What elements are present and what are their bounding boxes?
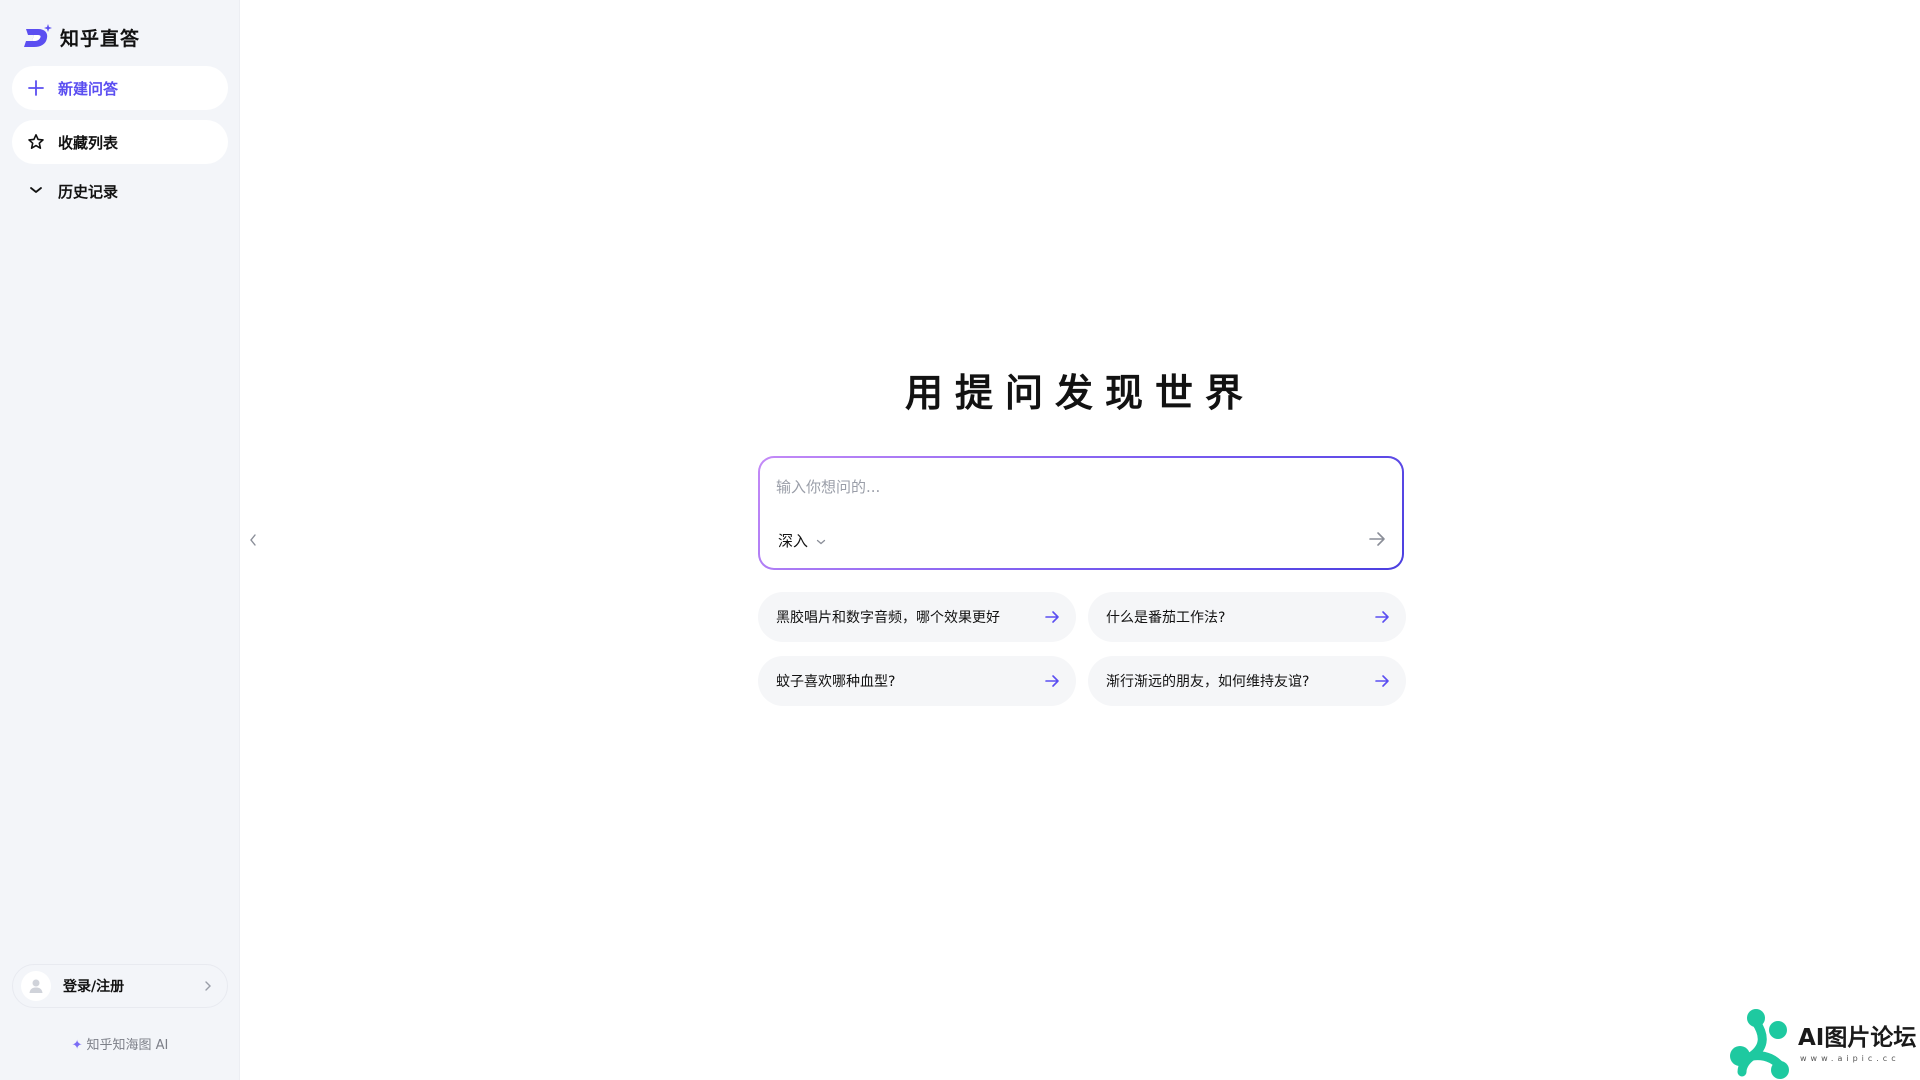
ask-box: 深入: [758, 456, 1404, 570]
zhida-logo-icon: [24, 24, 52, 47]
chevron-down-icon: [26, 182, 46, 201]
send-button[interactable]: [1366, 528, 1388, 550]
watermark-subtext: www.aipic.cc: [1800, 1054, 1900, 1063]
brand-name: 知乎直答: [60, 27, 141, 50]
arrow-right-icon: [1375, 675, 1389, 687]
hero-title: 用提问发现世界: [904, 371, 1255, 415]
sparkle-icon: ✦: [71, 1038, 83, 1053]
history-toggle[interactable]: 历史记录: [26, 180, 118, 202]
favorites-button[interactable]: 收藏列表: [12, 120, 228, 164]
arrow-right-icon: [1045, 611, 1059, 623]
footer-text: 知乎知海图 AI: [86, 1038, 169, 1053]
footer-powered-by: ✦ 知乎知海图 AI: [0, 1034, 240, 1053]
chevron-left-icon: [250, 534, 256, 546]
suggestion-card[interactable]: 什么是番茄工作法?: [1088, 592, 1406, 642]
plus-icon: [26, 78, 46, 98]
suggestion-card[interactable]: 蚊子喜欢哪种血型?: [758, 656, 1076, 706]
mode-selector[interactable]: 深入: [778, 530, 826, 551]
favorites-label: 收藏列表: [58, 133, 119, 152]
suggestion-text: 什么是番茄工作法?: [1106, 610, 1226, 626]
chevron-down-icon: [816, 531, 826, 550]
star-icon: [26, 132, 46, 152]
brand[interactable]: 知乎直答: [22, 24, 140, 50]
suggestion-card[interactable]: 黑胶唱片和数字音频，哪个效果更好: [758, 592, 1076, 642]
avatar: [21, 971, 51, 1001]
mode-label: 深入: [778, 532, 809, 550]
question-input[interactable]: [776, 476, 1336, 498]
watermark-text: AI图片论坛: [1798, 1025, 1917, 1051]
collapse-sidebar-handle[interactable]: [246, 530, 260, 550]
arrow-right-icon: [1375, 611, 1389, 623]
history-label: 历史记录: [58, 182, 119, 201]
ask-box-inner: 深入: [760, 458, 1402, 568]
arrow-right-icon: [1369, 532, 1385, 546]
new-qa-label: 新建问答: [58, 79, 119, 98]
suggestion-card[interactable]: 渐行渐远的朋友，如何维持友谊?: [1088, 656, 1406, 706]
arrow-right-icon: [1045, 675, 1059, 687]
chevron-right-icon: [203, 977, 213, 996]
login-button[interactable]: 登录/注册: [12, 964, 228, 1008]
suggestion-text: 黑胶唱片和数字音频，哪个效果更好: [776, 610, 1000, 626]
new-qa-button[interactable]: 新建问答: [12, 66, 228, 110]
suggestion-text: 渐行渐远的朋友，如何维持友谊?: [1106, 674, 1310, 690]
login-label: 登录/注册: [63, 979, 125, 995]
sidebar: 知乎直答 新建问答 收藏列表 历史记录 登录/注册 ✦ 知乎知海图 AI: [0, 0, 240, 1080]
user-icon: [29, 979, 43, 993]
suggestion-text: 蚊子喜欢哪种血型?: [776, 674, 896, 690]
